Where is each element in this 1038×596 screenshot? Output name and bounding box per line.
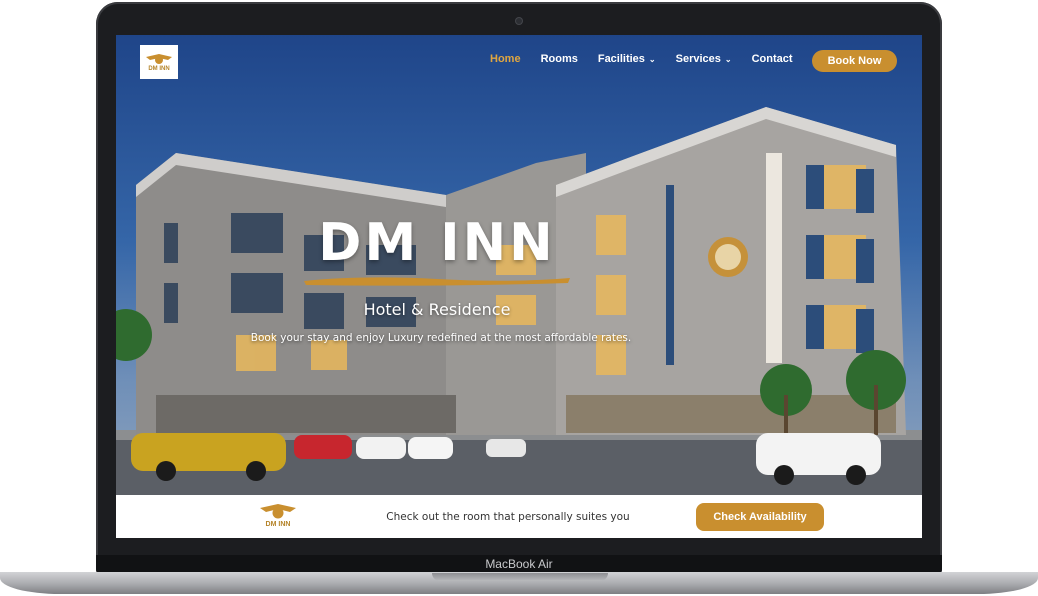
nav-item-contact[interactable]: Contact (752, 53, 793, 65)
laptop-notch (432, 573, 608, 581)
chevron-down-icon: ⌄ (648, 55, 656, 64)
availability-bar: DM INN Check out the room that personall… (116, 495, 922, 538)
camera-icon (516, 18, 522, 24)
nav-item-facilities-label: Facilities (597, 53, 645, 65)
nav-item-facilities[interactable]: Facilities ⌄ (598, 53, 656, 65)
nav-item-services-label: Services (675, 53, 721, 65)
main-nav: Home Rooms Facilities ⌄ Services ⌄ Contact (490, 53, 813, 65)
hero-section: DM INN Home Rooms Facilities ⌄ Services ⌄ … (116, 35, 922, 495)
chevron-down-icon: ⌄ (724, 55, 732, 64)
device-label: MacBook Air (485, 557, 553, 571)
hero-title: DM INN (318, 213, 556, 273)
nav-item-services[interactable]: Services ⌄ (676, 53, 732, 65)
brush-stroke-decoration (304, 277, 570, 286)
nav-item-rooms[interactable]: Rooms (541, 53, 578, 65)
footer-logo: DM INN (256, 501, 300, 533)
wings-logo-icon (260, 504, 296, 519)
check-availability-button[interactable]: Check Availability (696, 503, 824, 531)
nav-logo-text: DM INN (148, 65, 170, 72)
wings-logo-icon (146, 53, 172, 64)
nav-logo[interactable]: DM INN (140, 45, 178, 79)
hero-tagline: Book your stay and enjoy Luxury redefine… (250, 332, 632, 344)
nav-item-home[interactable]: Home (490, 53, 521, 65)
book-now-button[interactable]: Book Now (812, 50, 897, 72)
hero-subtitle: Hotel & Residence (363, 300, 511, 319)
footer-logo-text: DM INN (265, 521, 291, 528)
availability-cta-text: Check out the room that personally suite… (386, 511, 630, 523)
browser-screen: DM INN Home Rooms Facilities ⌄ Services ⌄ … (116, 35, 922, 538)
